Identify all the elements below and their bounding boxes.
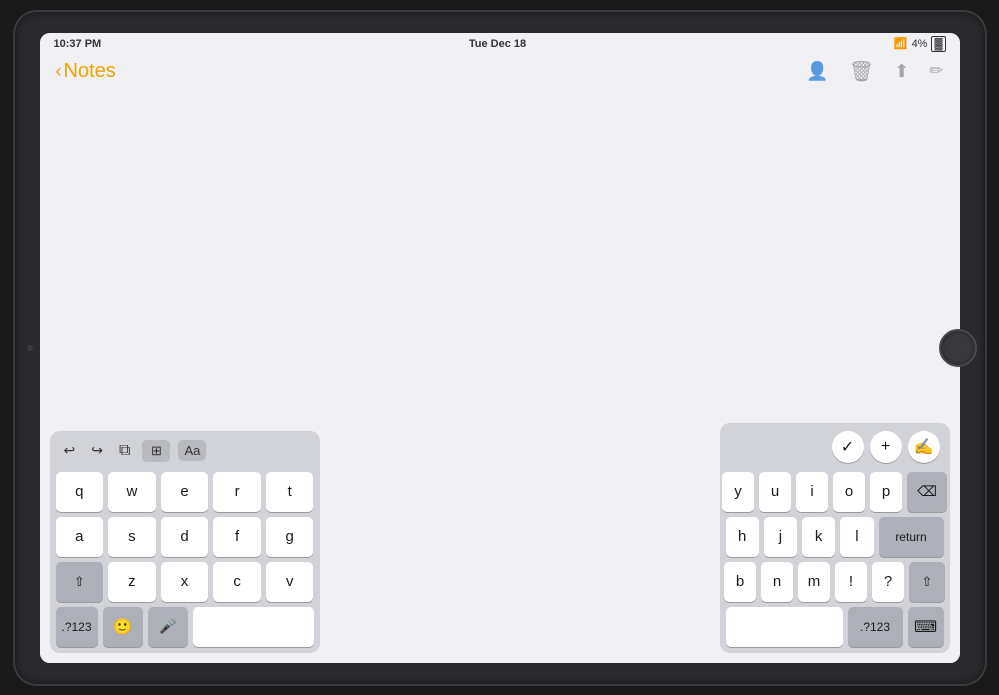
key-l[interactable]: l (840, 517, 873, 557)
share-icon[interactable]: ⬆ (894, 61, 909, 82)
nav-bar: ‹ Notes 👤 🗑 ⬆ ✏ (40, 55, 960, 92)
nav-right: 👤 🗑 ⬆ ✏ (806, 59, 943, 84)
key-z[interactable]: z (108, 562, 156, 602)
ipad-frame: 10:37 PM Tue Dec 18 📶 4% ▓ ‹ Notes 👤 🗑 ⬆… (15, 12, 985, 684)
trash-icon[interactable]: 🗑 (849, 59, 874, 84)
key-j[interactable]: j (764, 517, 797, 557)
key-num-left[interactable]: .?123 (56, 607, 98, 647)
key-d[interactable]: d (161, 517, 209, 557)
status-bar: 10:37 PM Tue Dec 18 📶 4% ▓ (40, 33, 960, 55)
redo-icon[interactable]: ↪ (87, 439, 107, 462)
home-button[interactable] (939, 329, 977, 367)
keyboard-right: ✓ + ✍ y u i o p ⌫ h j k (720, 423, 950, 653)
kb-row-2-right: h j k l return (726, 517, 944, 557)
key-n[interactable]: n (761, 562, 793, 602)
ipad-screen: 10:37 PM Tue Dec 18 📶 4% ▓ ‹ Notes 👤 🗑 ⬆… (40, 33, 960, 663)
key-b[interactable]: b (724, 562, 756, 602)
undo-icon[interactable]: ↩ (60, 439, 80, 462)
key-return[interactable]: return (879, 517, 944, 557)
key-h[interactable]: h (726, 517, 759, 557)
person-icon[interactable]: 👤 (806, 61, 828, 82)
key-x[interactable]: x (161, 562, 209, 602)
back-chevron-icon[interactable]: ‹ (56, 61, 62, 82)
kb-row-4-right: .?123 ⌨ (726, 607, 944, 647)
key-add-circle[interactable]: + (870, 431, 902, 463)
key-exclaim[interactable]: ! (835, 562, 867, 602)
key-q[interactable]: q (56, 472, 104, 512)
key-keyboard-hide[interactable]: ⌨ (908, 607, 944, 647)
key-o[interactable]: o (833, 472, 865, 512)
clipboard-icon[interactable]: ⧉ (115, 439, 134, 463)
key-check-circle[interactable]: ✓ (832, 431, 864, 463)
status-date: Tue Dec 18 (469, 38, 526, 50)
key-p[interactable]: p (870, 472, 902, 512)
key-shift-left[interactable]: ⇧ (56, 562, 104, 602)
key-scribble-circle[interactable]: ✍ (908, 431, 940, 463)
note-area[interactable] (40, 92, 960, 423)
status-time: 10:37 PM (54, 38, 102, 50)
key-a[interactable]: a (56, 517, 104, 557)
battery-percent: 4% (912, 38, 928, 50)
kb-row-3-right: b n m ! ? ⇧ (726, 562, 944, 602)
kb-toolbar-left: ↩ ↪ ⧉ ⊞ Aa (56, 437, 314, 467)
key-space-right[interactable] (726, 607, 843, 647)
key-y[interactable]: y (722, 472, 754, 512)
key-v[interactable]: v (266, 562, 314, 602)
key-emoji[interactable]: 🙂 (103, 607, 143, 647)
format-icon[interactable]: Aa (178, 440, 206, 461)
key-m[interactable]: m (798, 562, 830, 602)
kb-row-4-left: .?123 🙂 🎤 (56, 607, 314, 647)
wifi-icon: 📶 (894, 37, 908, 50)
kb-toolbar-right: ✓ + ✍ (726, 429, 944, 467)
key-k[interactable]: k (802, 517, 835, 557)
kb-row-2-left: a s d f g (56, 517, 314, 557)
key-shift-right[interactable]: ⇧ (909, 562, 945, 602)
key-e[interactable]: e (161, 472, 209, 512)
key-s[interactable]: s (108, 517, 156, 557)
battery-icon: ▓ (931, 36, 945, 52)
key-space-left[interactable] (193, 607, 314, 647)
kb-row-1-left: q w e r t (56, 472, 314, 512)
status-right: 📶 4% ▓ (894, 36, 946, 52)
key-mic[interactable]: 🎤 (148, 607, 188, 647)
keyboard-left: ↩ ↪ ⧉ ⊞ Aa q w e r t a s (50, 431, 320, 653)
key-backspace[interactable]: ⌫ (907, 472, 947, 512)
key-i[interactable]: i (796, 472, 828, 512)
kb-row-3-left: ⇧ z x c v (56, 562, 314, 602)
camera-dot (27, 345, 33, 351)
nav-title[interactable]: Notes (64, 60, 116, 83)
key-r[interactable]: r (213, 472, 261, 512)
key-w[interactable]: w (108, 472, 156, 512)
key-t[interactable]: t (266, 472, 314, 512)
key-f[interactable]: f (213, 517, 261, 557)
nav-left: ‹ Notes (56, 60, 116, 83)
key-c[interactable]: c (213, 562, 261, 602)
key-u[interactable]: u (759, 472, 791, 512)
kb-row-1-right: y u i o p ⌫ (726, 472, 944, 512)
key-g[interactable]: g (266, 517, 314, 557)
table-icon[interactable]: ⊞ (142, 440, 170, 462)
key-num-right[interactable]: .?123 (848, 607, 903, 647)
key-question[interactable]: ? (872, 562, 904, 602)
keyboard-area: ↩ ↪ ⧉ ⊞ Aa q w e r t a s (40, 423, 960, 663)
compose-icon[interactable]: ✏ (929, 61, 943, 81)
